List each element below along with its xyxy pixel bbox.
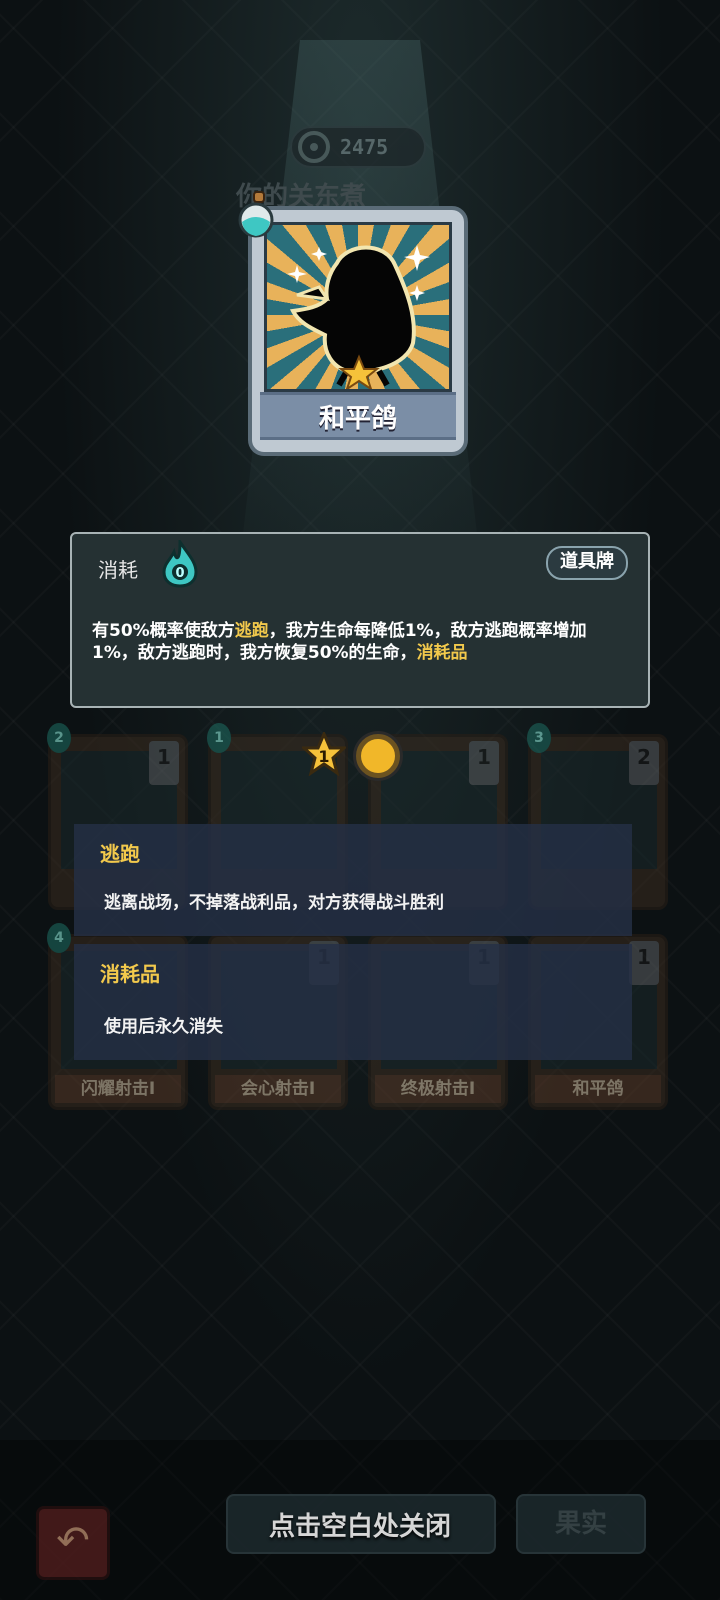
potion-icon — [238, 191, 274, 238]
card-level: 2 — [629, 741, 659, 785]
card-cost: 1 — [207, 723, 231, 753]
keyword-tooltip-flee: 逃跑 逃离战场，不掉落战利品，对方获得战斗胜利 — [74, 824, 632, 936]
card-level: 1 — [149, 741, 179, 785]
keyword-text: 逃离战场，不掉落战利品，对方获得战斗胜利 — [104, 893, 444, 913]
keyword-title: 消耗品 — [100, 962, 160, 986]
card-level: 1 — [469, 741, 499, 785]
keyword-text: 使用后永久消失 — [104, 1017, 223, 1037]
desc-part-1: 有50%概率使敌方 — [92, 621, 235, 641]
close-hint[interactable]: 点击空白处关闭 — [0, 1506, 720, 1543]
target-icon — [298, 131, 330, 163]
card-label: 终极射击I — [375, 1075, 501, 1103]
card-label: 和平鸽 — [535, 1075, 661, 1103]
score-value: 2475 — [340, 135, 389, 159]
card-cost: 2 — [47, 723, 71, 753]
card-label: 会心射击I — [215, 1075, 341, 1103]
card-info-panel: 消耗 0 道具牌 有50%概率使敌方逃跑，我方生命每降低1%，敌方逃跑概率增加1… — [70, 532, 650, 708]
keyword-tooltip-consumable: 消耗品 使用后永久消失 — [74, 944, 632, 1060]
cost-label: 消耗 — [98, 558, 138, 582]
keyword-consumable[interactable]: 消耗品 — [417, 643, 468, 663]
card-description: 有50%概率使敌方逃跑，我方生命每降低1%，敌方逃跑概率增加1%，敌方逃跑时，我… — [92, 620, 632, 664]
keyword-flee[interactable]: 逃跑 — [235, 621, 269, 641]
card-label: 闪耀射击I — [55, 1075, 181, 1103]
featured-card[interactable]: 和平鸽 — [248, 206, 468, 456]
star-level: 1 — [318, 747, 329, 766]
dove-silhouette-icon — [287, 245, 430, 389]
energy-flame-icon: 0 — [162, 540, 198, 588]
keyword-title: 逃跑 — [100, 842, 140, 866]
card-type-badge: 道具牌 — [546, 546, 628, 580]
card-cost: 3 — [527, 723, 551, 753]
card-name: 和平鸽 — [260, 392, 456, 440]
card-cost: 4 — [47, 923, 71, 953]
star-level-icon: 1 — [302, 732, 346, 776]
score-pill: 2475 — [290, 126, 426, 168]
cost-value: 0 — [175, 566, 184, 581]
card-art — [264, 222, 452, 392]
card-level: 1 — [629, 941, 659, 985]
coin-icon — [356, 734, 400, 778]
